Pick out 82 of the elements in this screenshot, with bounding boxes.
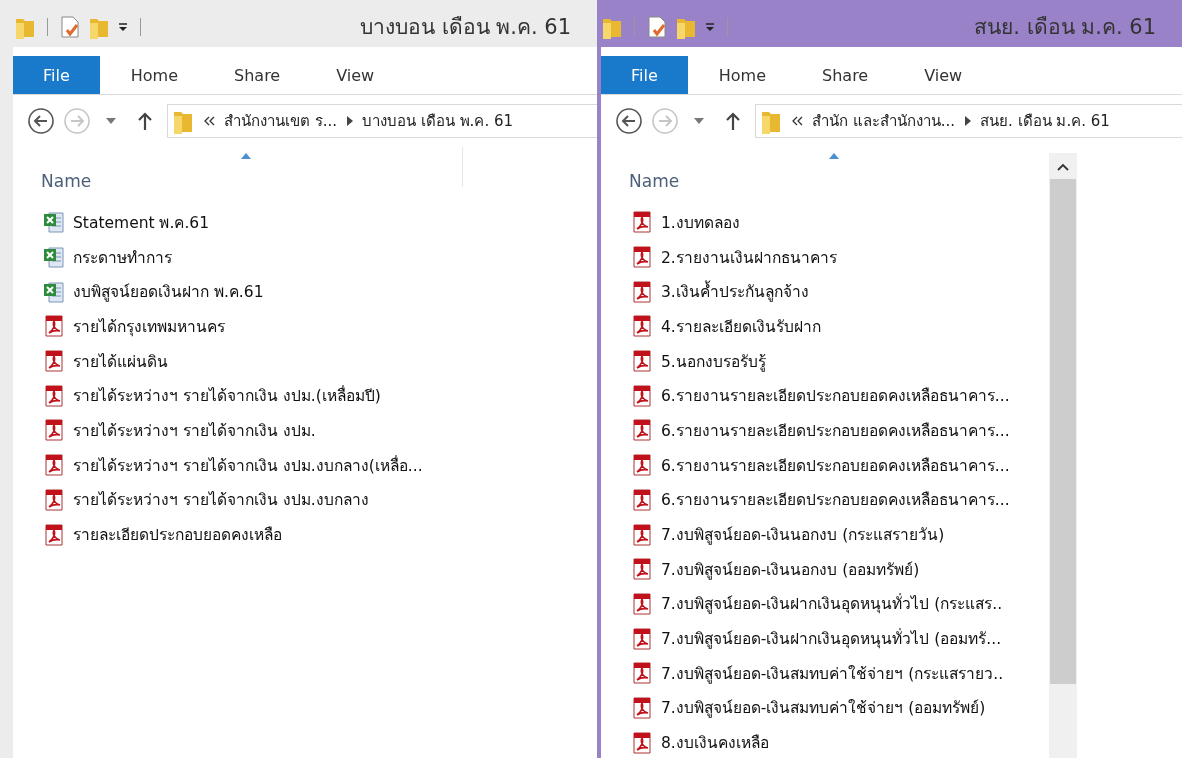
window-title: บางบอน เดือน พ.ค. 61 <box>359 14 571 41</box>
double-chevron-icon <box>791 116 803 126</box>
pdf-file-icon <box>43 523 65 546</box>
pdf-file-icon <box>631 592 653 615</box>
file-item[interactable]: 6.รายงานรายละเอียดประกอบยอดคงเหลือธนาคาร... <box>631 447 1049 483</box>
ribbon-tab[interactable]: Home <box>693 56 792 94</box>
spreadsheet-file-icon <box>43 280 65 303</box>
scrollbar-thumb[interactable] <box>1050 179 1076 684</box>
column-header[interactable]: Name <box>629 171 680 191</box>
address-bar[interactable]: สำนัก และสำนักงาน... สนย. เดือน ม.ค. 61 <box>755 104 1182 138</box>
spreadsheet-file-icon <box>43 246 65 269</box>
pdf-file-icon <box>631 384 653 407</box>
file-item[interactable]: 6.รายงานรายละเอียดประกอบยอดคงเหลือธนาคาร... <box>631 413 1049 448</box>
pdf-file-icon <box>631 280 653 303</box>
pdf-file-icon <box>631 419 653 442</box>
pdf-file-icon <box>43 488 65 511</box>
pdf-file-icon <box>631 558 653 581</box>
spreadsheet-file-icon <box>43 211 65 234</box>
scrollbar[interactable] <box>1049 153 1077 758</box>
ribbon-tab[interactable]: Share <box>209 56 306 94</box>
ribbon-tab[interactable]: File <box>13 56 100 94</box>
pdf-file-icon <box>631 627 653 650</box>
window-title: สนย. เดือน ม.ค. 61 <box>974 14 1156 41</box>
pdf-file-icon <box>631 454 653 477</box>
ribbon-tab[interactable]: View <box>899 56 988 94</box>
pdf-file-icon <box>631 315 653 338</box>
file-item[interactable]: 7.งบพิสูจน์ยอด-เงินฝากเงินอุดหนุนทั่วไป (กระแสร.. <box>631 586 1049 622</box>
breadcrumb[interactable]: สำนักงานเขต ร... <box>224 109 338 133</box>
breadcrumb-arrow-icon[interactable] <box>964 116 972 126</box>
ribbon-tab[interactable]: Share <box>797 56 894 94</box>
sort-arrow-icon <box>829 153 839 159</box>
file-item[interactable]: 6.รายงานรายละเอียดประกอบยอดคงเหลือธนาคาร... <box>631 482 1049 518</box>
column-header[interactable]: Name <box>41 171 92 191</box>
file-item[interactable]: กระดาษทำการ <box>43 239 462 275</box>
ribbon-tab[interactable]: View <box>311 56 400 94</box>
file-item[interactable]: 6.รายงานรายละเอียดประกอบยอดคงเหลือธนาคาร... <box>631 378 1049 414</box>
back-button[interactable] <box>615 107 643 135</box>
properties-icon[interactable] <box>646 14 668 39</box>
scroll-up-icon[interactable] <box>1057 163 1069 171</box>
ribbon-tab[interactable]: File <box>601 56 688 94</box>
file-item[interactable]: รายละเอียดประกอบยอดคงเหลือ <box>43 517 462 552</box>
file-item[interactable]: 7.งบพิสูจน์ยอด-เงินสมทบค่าใช้จ่ายฯ (ออมทรัพย์) <box>631 690 1049 726</box>
pdf-file-icon <box>631 211 653 234</box>
file-item[interactable]: 2.รายงานเงินฝากธนาคาร <box>631 239 1049 275</box>
up-arrow-icon[interactable] <box>725 111 741 131</box>
pdf-file-icon <box>631 488 653 511</box>
file-item[interactable]: 7.งบพิสูจน์ยอด-เงินฝากเงินอุดหนุนทั่วไป (ออมทรั... <box>631 621 1049 656</box>
file-item[interactable]: 7.งบพิสูจน์ยอด-เงินนอกงบ (กระแสรายวัน) <box>631 517 1049 552</box>
pdf-file-icon <box>43 350 65 373</box>
file-item[interactable]: 7.งบพิสูจน์ยอด-เงินสมทบค่าใช้จ่ายฯ (กระแสรายว.. <box>631 655 1049 691</box>
file-item[interactable]: 4.รายละเอียดเงินรับฝาก <box>631 309 1049 344</box>
file-item[interactable]: 1.งบทดลอง <box>631 205 1049 240</box>
pdf-file-icon <box>631 350 653 373</box>
pdf-file-icon <box>43 384 65 407</box>
pdf-file-icon <box>631 731 653 754</box>
file-item[interactable]: รายได้กรุงเทพมหานคร <box>43 309 462 344</box>
recent-dropdown-icon[interactable] <box>693 117 705 125</box>
file-item[interactable]: รายได้ระหว่างฯ รายได้จากเงิน งปม.งบกลาง <box>43 482 462 518</box>
file-item[interactable]: รายได้ระหว่างฯ รายได้จากเงิน งปม. <box>43 413 462 448</box>
sort-arrow-icon <box>241 153 251 159</box>
file-item[interactable]: รายได้ระหว่างฯ รายได้จากเงิน งปม.(เหลื่อมปี) <box>43 378 462 414</box>
pdf-file-icon <box>43 454 65 477</box>
file-item[interactable]: 5.นอกงบรอรับรู้ <box>631 343 1049 379</box>
pdf-file-icon <box>631 246 653 269</box>
pdf-file-icon <box>43 419 65 442</box>
file-item[interactable]: 3.เงินค้ำประกันลูกจ้าง <box>631 274 1049 310</box>
breadcrumb[interactable]: บางบอน เดือน พ.ค. 61 <box>362 109 513 133</box>
pdf-file-icon <box>631 523 653 546</box>
breadcrumb[interactable]: สนย. เดือน ม.ค. 61 <box>980 109 1110 133</box>
pdf-file-icon <box>631 696 653 719</box>
file-item[interactable]: งบพิสูจน์ยอดเงินฝาก พ.ค.61 <box>43 274 462 310</box>
pdf-file-icon <box>631 662 653 685</box>
breadcrumb-arrow-icon[interactable] <box>346 116 354 126</box>
double-chevron-icon <box>203 116 215 126</box>
file-item[interactable]: Statement พ.ค.61 <box>43 205 462 240</box>
file-item[interactable]: รายได้แผ่นดิน <box>43 343 462 379</box>
file-item[interactable]: 7.งบพิสูจน์ยอด-เงินนอกงบ (ออมทรัพย์) <box>631 551 1049 587</box>
file-item[interactable]: 8.งบเงินคงเหลือ <box>631 725 1049 758</box>
file-item[interactable]: รายได้ระหว่างฯ รายได้จากเงิน งปม.งบกลาง(เหลื่อ... <box>43 447 462 483</box>
breadcrumb[interactable]: สำนัก และสำนักงาน... <box>812 109 956 133</box>
pdf-file-icon <box>43 315 65 338</box>
ribbon-tab[interactable]: Home <box>105 56 204 94</box>
